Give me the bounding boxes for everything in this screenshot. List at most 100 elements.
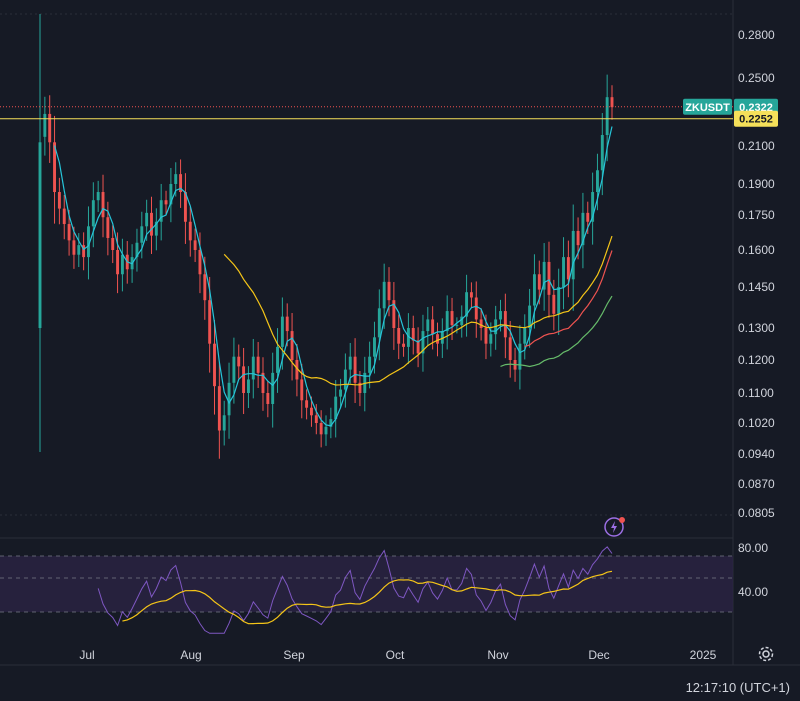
candle-body <box>188 221 192 241</box>
candle-body <box>101 192 105 218</box>
price-tick-label: 0.1600 <box>738 243 775 257</box>
candle-body <box>576 230 580 246</box>
candle-body <box>484 328 488 344</box>
price-tick-label: 0.2100 <box>738 139 775 153</box>
candle-body <box>382 281 386 309</box>
rsi-tick-label: 40.00 <box>738 585 768 599</box>
price-tick-label: 0.2500 <box>738 71 775 85</box>
candle-body <box>523 328 527 344</box>
candle-body <box>57 192 61 209</box>
candle-body <box>518 343 522 370</box>
price-tick-label: 0.0940 <box>738 447 775 461</box>
candle-body <box>499 311 502 320</box>
candle-body <box>532 274 536 306</box>
candle-body <box>62 208 66 225</box>
ref-price-tag-label: 0.2252 <box>739 114 773 126</box>
candle-body <box>503 311 507 338</box>
price-tick-label: 0.1900 <box>738 177 775 191</box>
candle-body <box>596 170 599 193</box>
candle-body <box>489 334 493 344</box>
price-tick-label: 0.2800 <box>738 28 775 42</box>
candle-body <box>280 316 284 347</box>
candle-body <box>290 331 294 360</box>
candle-body <box>445 311 449 332</box>
time-tick-label: Dec <box>588 648 609 662</box>
price-tick-label: 0.1200 <box>738 353 775 367</box>
time-tick-label: Jul <box>79 648 94 662</box>
candle-body <box>193 240 197 250</box>
candle-body <box>96 192 100 201</box>
symbol-tag-label: ZKUSDT <box>685 102 730 114</box>
candle-body <box>246 379 250 393</box>
candle-body <box>251 356 255 380</box>
candle-body <box>227 382 231 416</box>
candle-body <box>116 250 120 275</box>
price-tick-label: 0.1020 <box>738 416 775 430</box>
candle-body <box>455 325 459 327</box>
candle-body <box>150 212 153 236</box>
gear-icon[interactable] <box>757 645 775 663</box>
lightning-icon[interactable] <box>603 516 625 538</box>
candle-body <box>339 389 342 397</box>
candle-body <box>256 356 260 373</box>
candle-body <box>557 287 561 314</box>
candle-body <box>276 346 279 373</box>
candle-body <box>469 292 473 298</box>
candle-body <box>120 254 124 275</box>
candle-body <box>586 212 590 222</box>
time-tick-label: Aug <box>180 648 201 662</box>
candle-body <box>43 113 47 137</box>
candle-body <box>431 319 435 335</box>
candle-body <box>271 372 275 404</box>
clock-label: 12:17:10 (UTC+1) <box>685 680 790 695</box>
candle-body <box>38 142 42 328</box>
candle-body <box>600 135 604 171</box>
candle-body <box>402 343 406 347</box>
candle-body <box>106 217 110 238</box>
candle-body <box>397 328 401 344</box>
candle-body <box>377 308 381 338</box>
price-tick-label: 0.0805 <box>738 506 775 520</box>
candle-body <box>310 407 313 416</box>
candle-body <box>373 337 376 357</box>
candle-body <box>353 356 357 383</box>
price-tick-label: 0.1100 <box>738 386 774 400</box>
price-tick-label: 0.0870 <box>738 477 775 491</box>
time-tick-label: Nov <box>487 648 508 662</box>
candle-body <box>77 245 81 255</box>
candle-body <box>562 257 565 287</box>
candle-body <box>140 226 144 243</box>
candle-body <box>72 240 76 255</box>
candle-body <box>479 319 483 328</box>
candle-body <box>48 113 52 143</box>
candle-body <box>232 356 236 383</box>
price-tick-label: 0.1750 <box>738 208 775 222</box>
candle-body <box>547 261 551 295</box>
candle-body <box>67 224 71 241</box>
chart-canvas[interactable]: 0.2800 0.2500 0.2100 0.1900 0.1750 0.1600 0.14… <box>0 0 800 701</box>
candle-body <box>508 337 512 360</box>
candle-body <box>610 97 614 108</box>
rsi-tick-label: 80.00 <box>738 541 768 555</box>
candle-body <box>450 311 454 326</box>
candle-body <box>368 356 372 373</box>
candle-body <box>319 423 323 435</box>
candle-body <box>314 415 318 423</box>
candle-body <box>285 316 289 332</box>
candle-body <box>208 300 212 344</box>
candle-body <box>145 212 149 227</box>
candle-body <box>237 356 241 367</box>
candle-body <box>222 415 226 431</box>
candle-body <box>348 356 352 370</box>
candle-body <box>387 281 391 301</box>
candle-body <box>343 369 347 390</box>
candle-body <box>300 379 304 401</box>
candle-body <box>198 250 202 275</box>
candle-body <box>305 400 309 408</box>
candle-body <box>266 393 270 404</box>
candle-body <box>174 174 178 184</box>
candle-body <box>605 97 609 136</box>
candle-body <box>552 294 556 314</box>
candle-body <box>537 274 541 290</box>
price-tick-label: 0.1300 <box>738 321 775 335</box>
